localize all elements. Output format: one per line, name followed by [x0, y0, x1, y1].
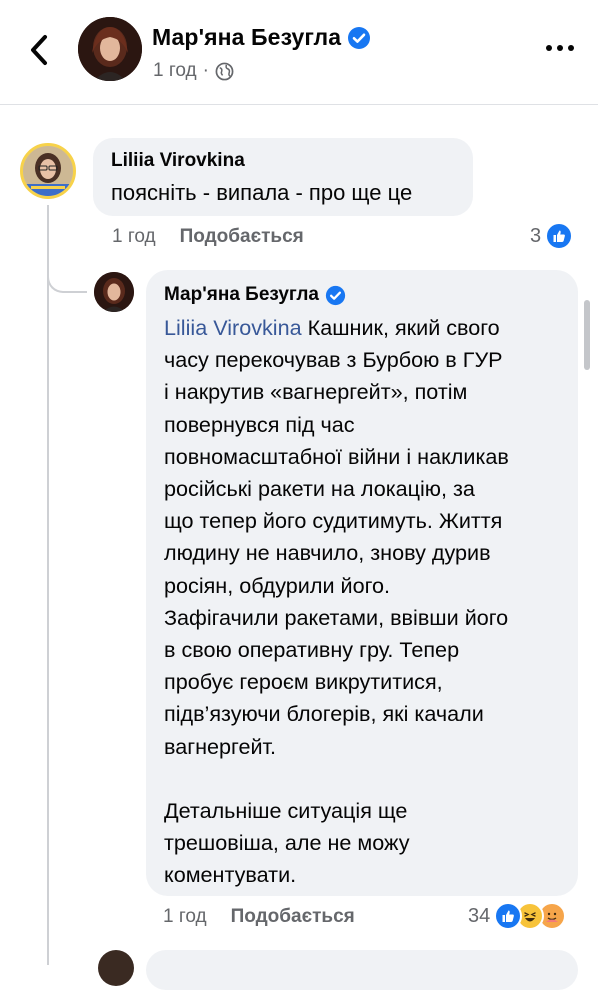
comment-author[interactable]: Liliia Virovkina — [111, 150, 455, 172]
more-dots-icon — [568, 45, 574, 51]
author-avatar-image — [78, 17, 142, 81]
like-reaction-icon — [494, 902, 523, 930]
author-avatar[interactable] — [78, 17, 142, 81]
back-button[interactable] — [22, 30, 56, 70]
author-name[interactable]: Мар'яна Безугла — [152, 24, 371, 51]
reply-author-name: Мар'яна Безугла — [164, 284, 319, 305]
reply-time[interactable]: 1 год — [163, 906, 207, 928]
post-header: Мар'яна Безугла 1 год · — [0, 0, 598, 105]
reply-actions: 1 год Подобається — [163, 906, 355, 928]
reply-text: Liliia Virovkina Кашник, який свого часу… — [164, 312, 560, 892]
reply-body: Кашник, який свого часу перекочував з Бу… — [164, 315, 509, 888]
commenter-avatar-image — [23, 146, 73, 196]
verified-badge-icon — [348, 26, 371, 49]
like-button[interactable]: Подобається — [231, 906, 355, 928]
commenter-avatar[interactable] — [20, 143, 76, 199]
more-dots-icon — [557, 45, 563, 51]
more-options-button[interactable] — [540, 38, 580, 58]
reply-bubble: Мар'яна Безугла Liliia Virovkina Кашник,… — [146, 270, 578, 896]
author-name-text: Мар'яна Безугла — [152, 24, 342, 50]
reply-connector — [47, 255, 87, 293]
like-button[interactable]: Подобається — [180, 226, 304, 248]
reply-author-avatar[interactable] — [94, 272, 134, 312]
scrollbar[interactable] — [584, 300, 590, 370]
like-reaction-icon — [545, 222, 574, 250]
next-comment-avatar[interactable] — [98, 950, 134, 986]
comment-time[interactable]: 1 год — [112, 226, 156, 248]
reaction-summary[interactable]: 3 — [530, 222, 574, 250]
next-comment-bubble — [146, 950, 578, 990]
chevron-left-icon — [31, 35, 47, 65]
reply-author[interactable]: Мар'яна Безугла — [164, 284, 560, 306]
reaction-summary[interactable]: 34 — [468, 902, 567, 930]
more-dots-icon — [546, 45, 552, 51]
globe-icon — [215, 62, 234, 80]
comment-actions: 1 год Подобається — [112, 226, 304, 248]
comment-text: поясніть - випала - про ще це — [111, 180, 413, 205]
comment-bubble: Liliia Virovkina поясніть - випала - про… — [93, 138, 473, 216]
post-meta: 1 год · — [153, 60, 234, 82]
verified-badge-icon — [325, 285, 346, 305]
meta-separator: · — [202, 60, 209, 81]
mention-link[interactable]: Liliia Virovkina — [164, 315, 302, 340]
reaction-count: 34 — [468, 904, 491, 927]
reply-author-avatar-image — [94, 272, 134, 312]
post-time[interactable]: 1 год — [153, 60, 197, 82]
thread-connector-line — [47, 205, 49, 965]
reaction-count: 3 — [530, 224, 542, 247]
